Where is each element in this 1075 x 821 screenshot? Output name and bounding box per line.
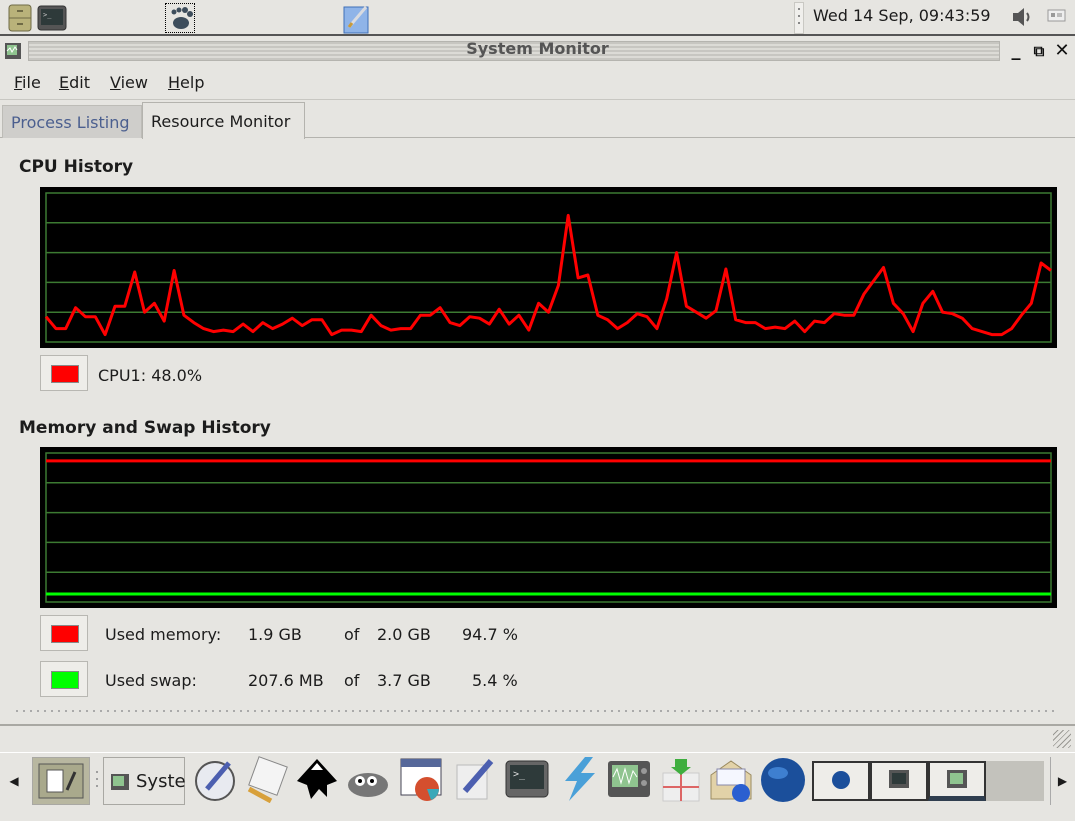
task-label: Syste <box>136 771 186 792</box>
swap-used-value: 207.6 MB <box>248 671 324 690</box>
menu-edit[interactable]: Edit <box>59 73 90 92</box>
swap-color-swatch <box>51 671 79 689</box>
swap-of-label: of <box>344 671 360 690</box>
oscilloscope-icon[interactable] <box>604 755 654 805</box>
workspace-1[interactable] <box>812 761 870 801</box>
terminal-launcher-icon[interactable]: >_ <box>502 755 552 805</box>
mail-icon[interactable] <box>706 755 756 805</box>
drawing-pen-icon[interactable] <box>450 755 500 805</box>
memory-history-graph <box>40 447 1057 608</box>
memory-percent-value: 94.7 % <box>462 625 518 644</box>
file-cabinet-icon[interactable] <box>6 3 36 33</box>
show-desktop-button[interactable] <box>32 757 90 805</box>
plot-border <box>45 192 1052 343</box>
web-browser-icon[interactable] <box>758 755 808 805</box>
memory-color-button[interactable] <box>40 615 88 651</box>
memory-total-value: 2.0 GB <box>377 625 431 644</box>
resize-grip[interactable] <box>1053 730 1071 748</box>
bottom-panel: ◀ Syste >_ ▶ <box>0 752 1075 806</box>
window-titlebar[interactable]: System Monitor _ ⧉ ✕ <box>0 38 1075 64</box>
statusbar <box>0 724 1075 750</box>
lightning-icon[interactable] <box>554 755 604 805</box>
menu-view-label: iew <box>120 73 148 92</box>
quill-icon[interactable] <box>190 755 240 805</box>
network-icon[interactable] <box>656 755 706 805</box>
menu-help[interactable]: Help <box>168 73 204 92</box>
terminal-icon[interactable]: >_ <box>37 3 67 33</box>
cpu-chart-svg <box>44 192 1052 343</box>
speaker-icon[interactable] <box>1010 5 1040 35</box>
menu-view-mnemonic: V <box>110 73 121 92</box>
panel-drag-handle[interactable] <box>794 2 804 34</box>
memory-label: Used memory: <box>105 625 222 644</box>
close-button[interactable]: ✕ <box>1053 42 1071 60</box>
maximize-button[interactable]: ⧉ <box>1030 42 1048 60</box>
spreadsheet-icon[interactable] <box>396 755 446 805</box>
memory-chart-svg <box>45 452 1052 603</box>
minimize-button[interactable]: _ <box>1007 42 1025 60</box>
memory-of-label: of <box>344 625 360 644</box>
memory-color-swatch <box>51 625 79 643</box>
scroll-left-icon[interactable]: ◀ <box>2 757 26 805</box>
gnome-foot-menu-icon[interactable] <box>165 3 195 33</box>
keyboard-indicator-icon[interactable] <box>1047 8 1075 38</box>
memory-history-title: Memory and Swap History <box>19 418 271 438</box>
panel-handle[interactable] <box>94 767 100 793</box>
text-editor-icon[interactable] <box>341 3 371 34</box>
top-panel: >_ Wed 14 Sep, 09:43:59 <box>0 0 1075 36</box>
menu-file-mnemonic: F <box>14 73 23 92</box>
series-line-cpu1 <box>44 213 1052 337</box>
scroll-right-icon[interactable]: ▶ <box>1050 757 1074 805</box>
gimp-icon[interactable] <box>342 755 392 805</box>
system-monitor-task-icon <box>111 774 129 790</box>
notebook-tabs: Process Listing Resource Monitor <box>0 102 1075 139</box>
cpu1-color-swatch <box>51 365 79 383</box>
menu-file[interactable]: File <box>14 73 41 92</box>
inkscape-icon[interactable] <box>292 755 342 805</box>
notepad-icon[interactable] <box>242 755 292 805</box>
cpu-history-title: CPU History <box>19 157 134 177</box>
window-title: System Monitor <box>466 39 609 58</box>
menubar: File Edit View Help <box>0 66 1075 100</box>
tab-resource-monitor[interactable]: Resource Monitor <box>142 102 305 139</box>
menu-file-label: ile <box>22 73 41 92</box>
svg-text:>_: >_ <box>43 11 52 19</box>
menu-edit-label: dit <box>69 73 90 92</box>
tab-process-listing[interactable]: Process Listing <box>2 105 142 138</box>
memory-used-value: 1.9 GB <box>248 625 302 644</box>
cpu1-legend-label: CPU1: 48.0% <box>98 366 203 385</box>
clock[interactable]: Wed 14 Sep, 09:43:59 <box>813 6 991 25</box>
separator <box>16 710 1056 712</box>
menu-edit-mnemonic: E <box>59 73 70 92</box>
swap-label: Used swap: <box>105 671 197 690</box>
swap-color-button[interactable] <box>40 661 88 697</box>
workspace-2[interactable] <box>870 761 928 801</box>
menu-view[interactable]: View <box>110 73 148 92</box>
cpu1-color-button[interactable] <box>40 355 88 391</box>
workspace-3[interactable] <box>928 761 986 801</box>
menu-help-mnemonic: H <box>168 73 181 92</box>
swap-total-value: 3.7 GB <box>377 671 431 690</box>
plot-border <box>45 452 1052 603</box>
workspace-4[interactable] <box>986 761 1044 801</box>
task-system-monitor[interactable]: Syste <box>103 757 186 805</box>
swap-percent-value: 5.4 % <box>472 671 518 690</box>
menu-help-label: elp <box>180 73 205 92</box>
cpu-history-graph <box>40 187 1057 348</box>
show-desktop-icon <box>38 763 84 799</box>
svg-text:>_: >_ <box>513 769 526 780</box>
